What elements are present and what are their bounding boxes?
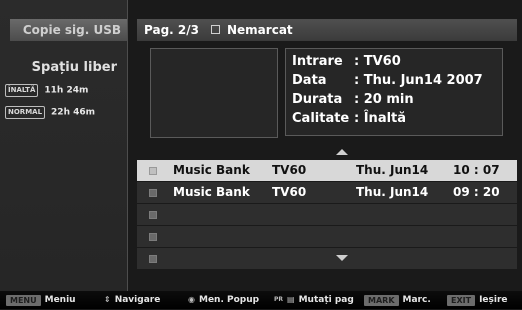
mark-hint[interactable]: MARK Marc. xyxy=(364,291,431,310)
item-title: Music Bank xyxy=(173,185,250,199)
pr-key: PR xyxy=(274,296,284,303)
quality-normal-row: NORMAL 22h 46m xyxy=(5,106,95,119)
bottom-help-bar: MENU Meniu ⇕ Navigare ◉ Men. Popup PR ▤ Mutaț… xyxy=(0,291,522,309)
quality-normal-value: 22h 46m xyxy=(51,107,96,118)
row-checkbox-icon[interactable] xyxy=(149,189,157,197)
exit-label: Ieșire xyxy=(479,295,508,305)
row-checkbox-icon[interactable] xyxy=(149,167,157,175)
move-page-label: Mutați pag xyxy=(298,295,354,305)
popup-label: Men. Popup xyxy=(198,295,260,305)
ok-icon: ◉ xyxy=(188,295,195,304)
item-date: Thu. Jun14 xyxy=(356,185,429,199)
info-key: Calitate xyxy=(292,111,350,126)
top-bar: Pag. 2/3 Nemarcat xyxy=(137,19,517,41)
list-item[interactable]: Music Bank TV60 Thu. Jun14 10 : 07 xyxy=(137,160,517,181)
info-value: : TV60 xyxy=(354,54,401,69)
row-checkbox-icon[interactable] xyxy=(149,211,157,219)
list-item[interactable] xyxy=(137,248,517,269)
recording-info-box: Intrare : TV60 Data : Thu. Jun14 2007 Dura… xyxy=(285,48,503,136)
row-checkbox-icon[interactable] xyxy=(149,255,157,263)
navigate-label: Navigare xyxy=(114,295,161,305)
info-key: Intrare xyxy=(292,54,343,69)
info-key: Data xyxy=(292,73,327,88)
info-date-row: Data : Thu. Jun14 2007 xyxy=(292,73,483,88)
menu-hint[interactable]: MENU Meniu xyxy=(6,291,76,310)
usb-copy-header: Copie sig. USB xyxy=(10,19,127,41)
item-title: Music Bank xyxy=(173,163,250,177)
recording-list: Music Bank TV60 Thu. Jun14 10 : 07 Music… xyxy=(137,160,517,270)
info-quality-row: Calitate : Înaltă xyxy=(292,111,406,126)
popup-hint[interactable]: ◉ Men. Popup xyxy=(188,291,259,310)
exit-key: EXIT xyxy=(447,294,476,306)
unmarked-label: Nemarcat xyxy=(227,23,293,37)
unmarked-toggle[interactable]: Nemarcat xyxy=(211,19,293,41)
list-item[interactable] xyxy=(137,204,517,225)
info-value: : 20 min xyxy=(354,92,414,107)
menu-label: Meniu xyxy=(44,295,76,305)
checkbox-icon xyxy=(211,25,220,34)
row-checkbox-icon[interactable] xyxy=(149,233,157,241)
preview-thumbnail xyxy=(150,48,278,138)
exit-hint[interactable]: EXIT Ieșire xyxy=(447,291,508,310)
list-item[interactable]: Music Bank TV60 Thu. Jun14 09 : 20 xyxy=(137,182,517,203)
menu-key: MENU xyxy=(6,294,41,306)
info-duration-row: Durata : 20 min xyxy=(292,92,414,107)
scroll-down-arrow-icon[interactable] xyxy=(336,255,348,261)
page-indicator: Pag. 2/3 xyxy=(144,23,199,37)
info-value: : Înaltă xyxy=(354,111,407,126)
left-panel: Copie sig. USB Spațiu liber ÎNALTĂ 11h 24… xyxy=(0,0,128,291)
item-date: Thu. Jun14 xyxy=(356,163,429,177)
quality-high-badge: ÎNALTĂ xyxy=(5,84,39,97)
mark-label: Marc. xyxy=(402,295,431,305)
quality-high-row: ÎNALTĂ 11h 24m xyxy=(5,84,88,97)
item-channel: TV60 xyxy=(272,185,307,199)
info-key: Durata xyxy=(292,92,343,107)
move-page-hint[interactable]: PR ▤ Mutați pag xyxy=(274,291,354,310)
updown-icon: ⇕ xyxy=(104,295,111,304)
list-item[interactable] xyxy=(137,226,517,247)
info-value: : Thu. Jun14 2007 xyxy=(354,73,483,88)
free-space-title: Spațiu liber xyxy=(31,60,117,75)
item-time: 10 : 07 xyxy=(453,163,500,177)
info-input-row: Intrare : TV60 xyxy=(292,54,401,69)
mark-key: MARK xyxy=(364,294,399,306)
navigate-hint: ⇕ Navigare xyxy=(104,291,160,310)
item-time: 09 : 20 xyxy=(453,185,500,199)
quality-high-value: 11h 24m xyxy=(44,85,89,96)
page-updown-icon: ▤ xyxy=(287,295,295,304)
scroll-up-arrow-icon[interactable] xyxy=(336,149,348,155)
item-channel: TV60 xyxy=(272,163,307,177)
quality-normal-badge: NORMAL xyxy=(5,106,46,119)
